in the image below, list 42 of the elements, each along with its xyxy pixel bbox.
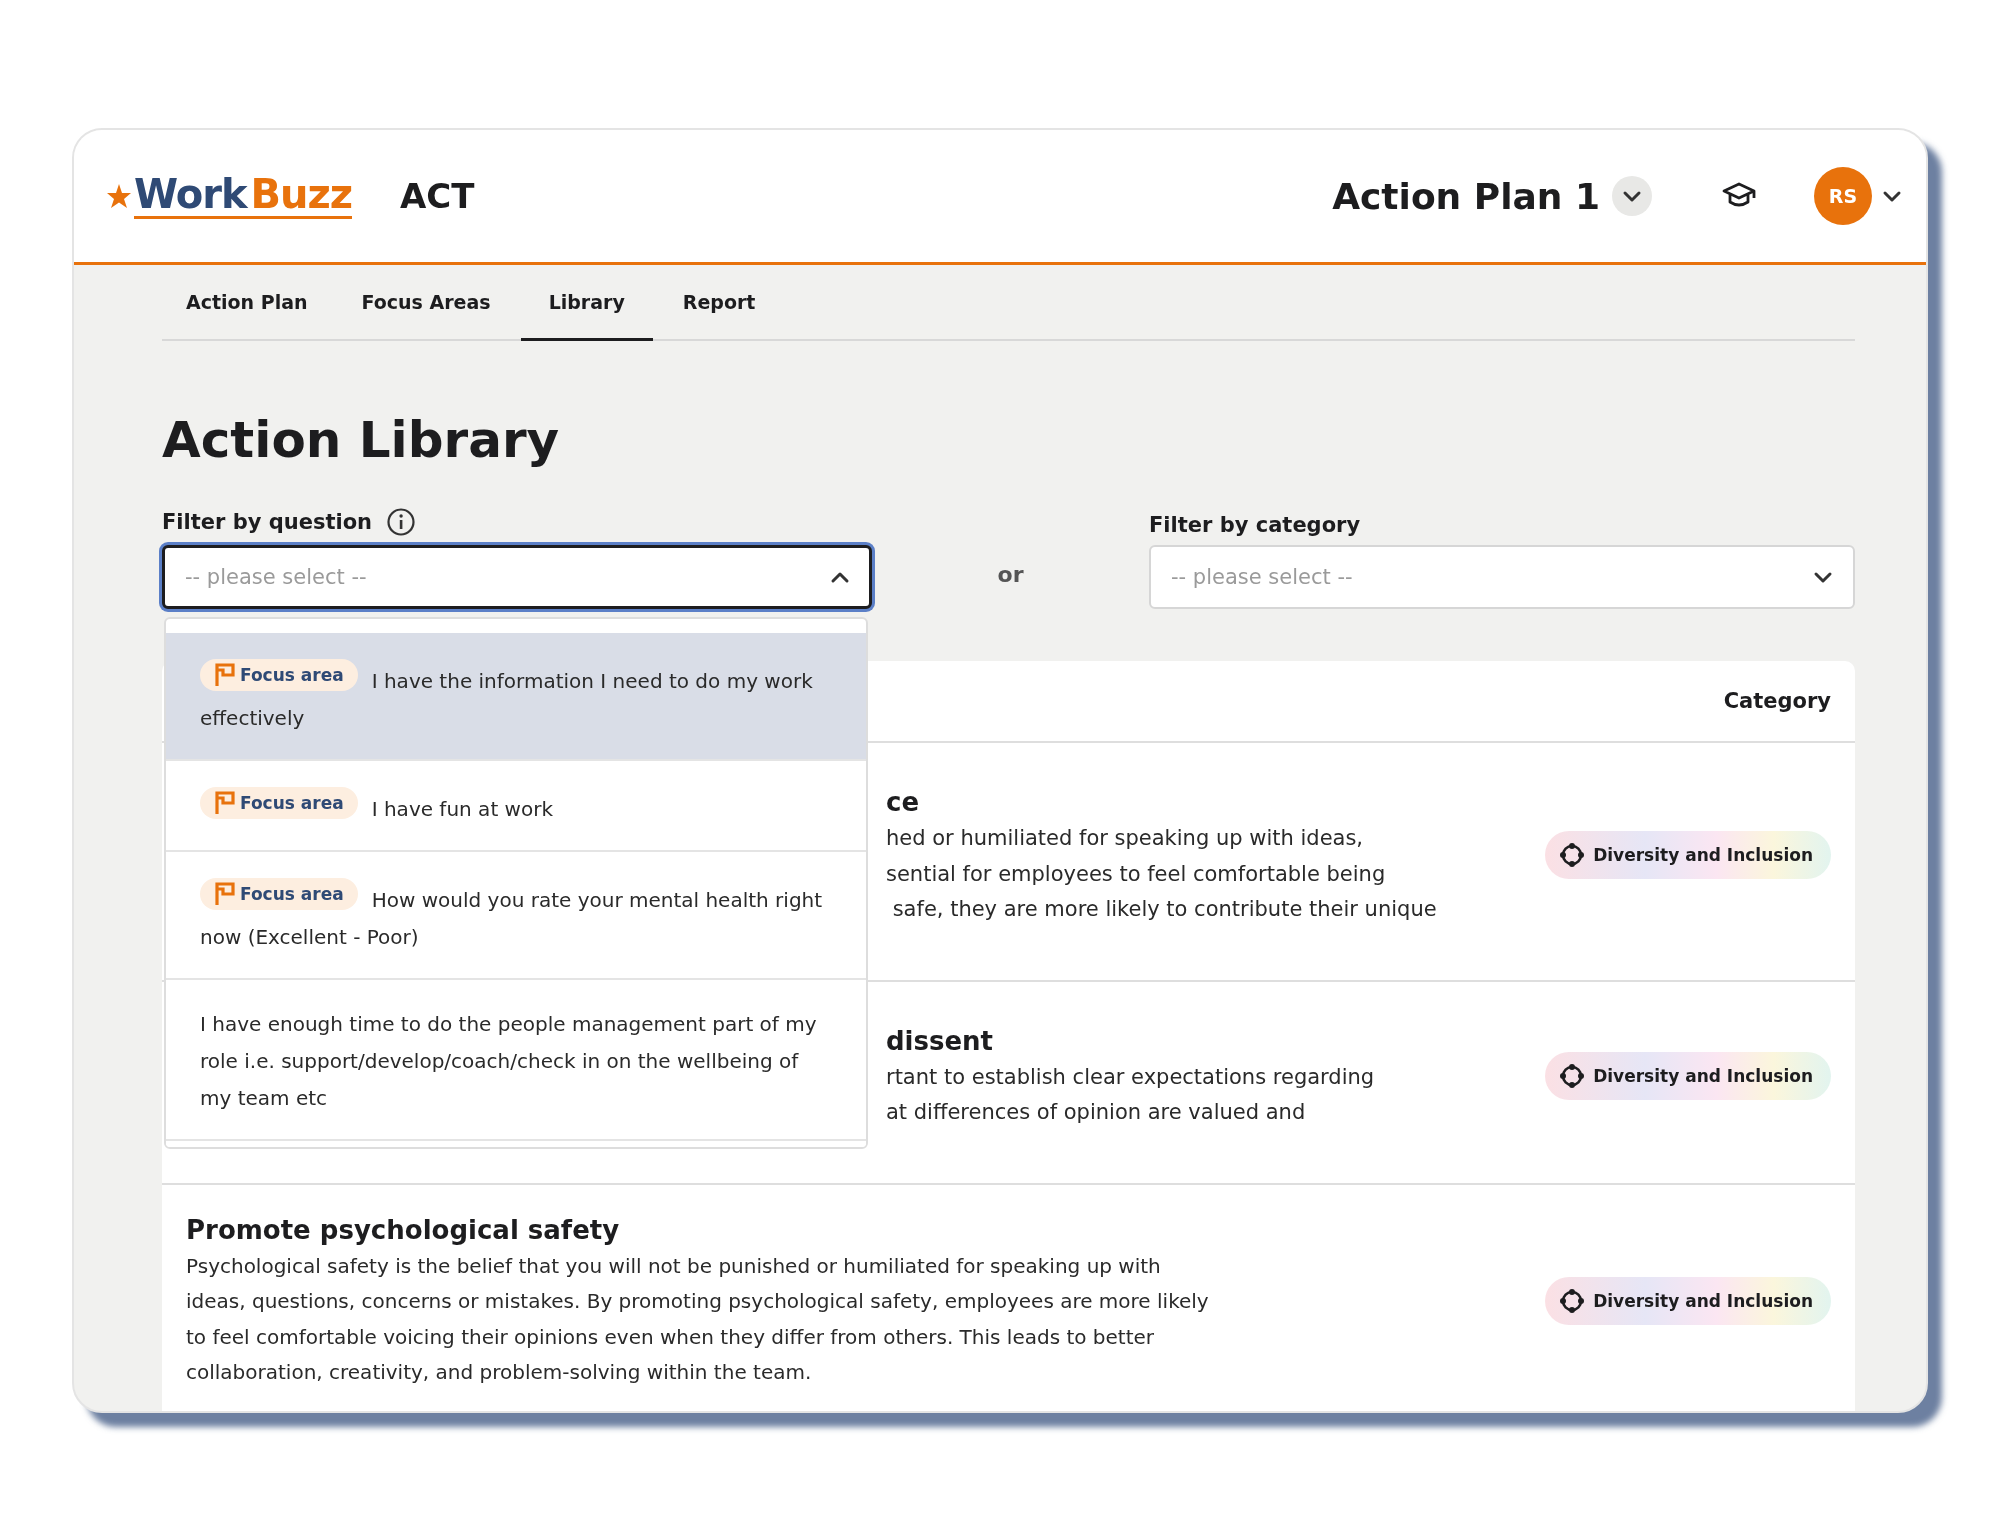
category-select[interactable]: -- please select -- — [1149, 545, 1855, 609]
action-description: rtant to establish clear expectations regarding — [886, 1063, 1376, 1091]
focus-area-badge: Focus area — [200, 787, 358, 819]
action-title: dissent — [886, 1024, 995, 1058]
focus-area-badge: Focus area — [200, 878, 358, 910]
chevron-icon — [830, 570, 850, 584]
product-name: ACT — [400, 176, 475, 216]
tab[interactable]: Report — [658, 265, 780, 341]
tab[interactable]: Library — [520, 265, 653, 341]
action-title: Promote psychological safety — [186, 1213, 621, 1247]
action-description: hed or humiliated for speaking up with ideas, — [886, 825, 1365, 852]
action-description: at differences of opinion are valued and — [886, 1099, 1307, 1126]
plan-selector[interactable]: Action Plan 1 — [1332, 175, 1652, 217]
caret-icon — [1882, 189, 1902, 203]
tab[interactable]: Focus Areas — [337, 265, 515, 341]
ring-icon — [1559, 1063, 1586, 1089]
dropdown-option[interactable]: Focus area I have the information I need to do my work effectively — [166, 633, 866, 761]
flag-icon — [214, 663, 236, 687]
chevron-icon — [1813, 570, 1833, 584]
page-title: Action Library — [162, 410, 561, 471]
info-icon[interactable] — [386, 507, 417, 537]
focus-area-badge: Focus area — [200, 659, 358, 691]
action-description: sential for employees to feel comfortable being — [886, 860, 1387, 888]
filter-label: Filter by category — [1149, 513, 1361, 537]
tab[interactable]: Action Plan — [162, 265, 332, 341]
chevron-icon — [1622, 189, 1642, 203]
column-header: Category — [1723, 689, 1831, 713]
star-icon — [106, 183, 132, 209]
action-title: ce — [886, 786, 921, 819]
action-description: safe, they are more likely to contribute their unique — [891, 896, 1438, 923]
category-tag: Diversity and Inclusion — [1545, 1052, 1831, 1100]
filter-label: Filter by question — [162, 510, 373, 534]
category-tag: Diversity and Inclusion — [1545, 1276, 1831, 1325]
flag-icon — [214, 791, 236, 815]
question-select[interactable]: -- please select -- — [162, 545, 872, 609]
action-description: Psychological safety is the belief that you will not be punished or humiliated for speaking up with ideas, questions, concerns or mistakes. By promoting psychological safety, employees are more likely to feel comfortable voicing their opinions even when they differ from others. This leads to better collaboration, creativity, and problem-solving within the team. — [186, 1252, 1210, 1386]
ring-icon — [1559, 842, 1586, 869]
flag-icon — [214, 882, 236, 906]
logo: WorkBuzz — [134, 173, 353, 219]
category-tag: Diversity and Inclusion — [1545, 831, 1831, 880]
or-separator: or — [997, 562, 1024, 589]
ring-icon — [1559, 1287, 1586, 1314]
